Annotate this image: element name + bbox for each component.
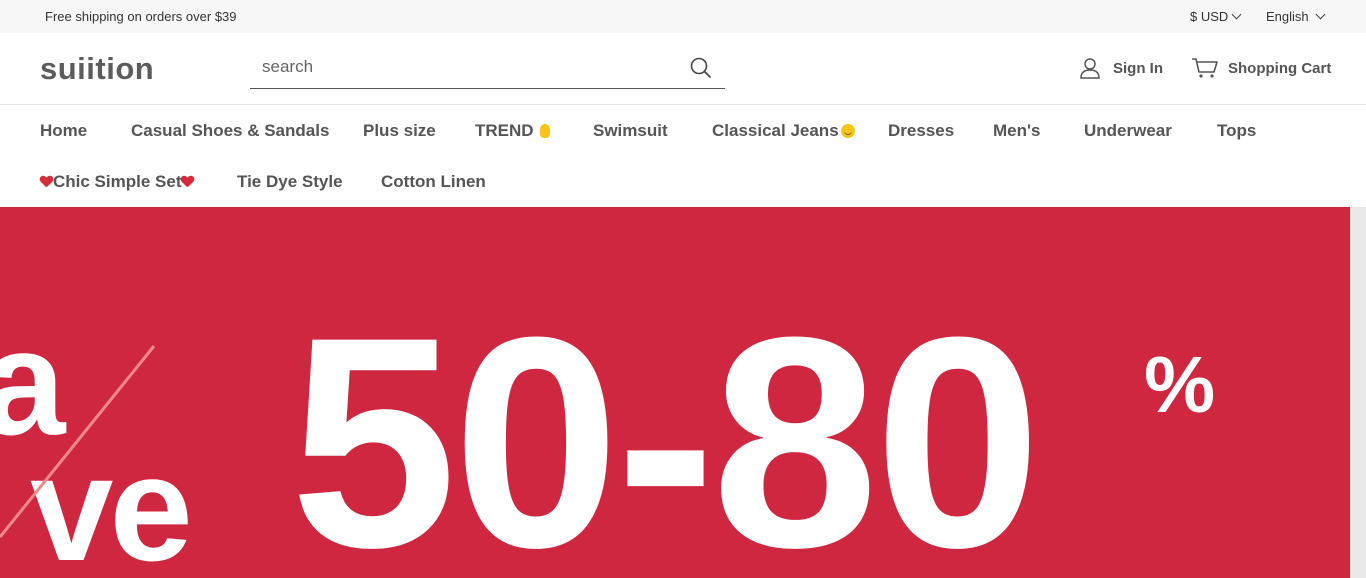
nav-label: Tie Dye Style [237,172,343,191]
free-shipping-text: Free shipping on orders over $39 [45,9,237,24]
nav-label: Home [40,121,88,140]
chevron-down-icon [1231,9,1242,20]
search-input[interactable] [250,52,670,82]
cart-label: Shopping Cart [1228,59,1332,77]
nav-item-dresses[interactable]: Dresses [888,121,954,141]
language-selector[interactable]: English [1266,9,1326,24]
nav-item-swimsuit[interactable]: Swimsuit [593,121,668,141]
nav-label: Dresses [888,121,955,140]
nav-item-underwear[interactable]: Underwear [1084,121,1172,141]
nav-label: Swimsuit [593,121,668,140]
user-icon [1080,58,1100,79]
nav-item-classical-jeans[interactable]: Classical Jeans [712,121,855,141]
nav-label: Casual Shoes & Sandals [131,121,330,140]
nav-item-mens[interactable]: Men's [993,121,1041,141]
nav-label: Classical Jeans [712,121,839,140]
announcement-bar: Free shipping on orders over $39 $ USD E… [0,0,1366,33]
cart-icon [1192,58,1218,78]
nav-item-casual-shoes-sandals[interactable]: Casual Shoes & Sandals [131,121,329,141]
nav-label: Cotton Linen [381,172,486,191]
currency-selector[interactable]: $ USD [1190,9,1242,24]
banner-discount-range: 50-80 [290,274,1041,578]
hero-banner[interactable]: a ve 50-80 % [0,207,1350,578]
nav-item-tie-dye-style[interactable]: Tie Dye Style [237,172,343,192]
nav-label: Tops [1217,121,1257,140]
nav-item-home[interactable]: Home [40,121,87,141]
smile-emoji-icon [840,124,855,138]
nav-item-chic-simple-set[interactable]: Chic Simple Set [40,172,194,192]
search-icon[interactable] [689,56,713,80]
main-navigation: Home Casual Shoes & Sandals Plus size TR… [0,105,1366,207]
search-bar [250,52,725,89]
heart-icon [181,176,194,188]
site-header: suiition Sign In Shopping Cart [0,33,1366,105]
nav-label: Chic Simple Set [53,172,182,191]
sign-in-link[interactable]: Sign In [1079,57,1163,79]
shopping-cart-link[interactable]: Shopping Cart [1191,57,1331,79]
nav-label: Plus size [363,121,436,140]
nav-label: Underwear [1084,121,1172,140]
sign-in-label: Sign In [1113,59,1163,77]
nav-item-plus-size[interactable]: Plus size [363,121,436,141]
site-logo[interactable]: suiition [40,51,154,87]
nav-item-tops[interactable]: Tops [1217,121,1256,141]
page-scrollbar[interactable] [1350,207,1366,578]
nav-label: Men's [993,121,1041,140]
heart-icon [40,176,53,188]
nav-item-cotton-linen[interactable]: Cotton Linen [381,172,486,192]
nav-label: TREND [475,121,534,140]
language-label: English [1266,9,1309,24]
chevron-down-icon [1315,9,1326,20]
banner-text-fragment-bottom: ve [30,424,193,578]
hand-emoji-icon [539,124,550,138]
banner-percent-sign: % [1144,340,1216,429]
nav-item-trend[interactable]: TREND [475,121,550,141]
currency-label: $ USD [1190,9,1229,24]
